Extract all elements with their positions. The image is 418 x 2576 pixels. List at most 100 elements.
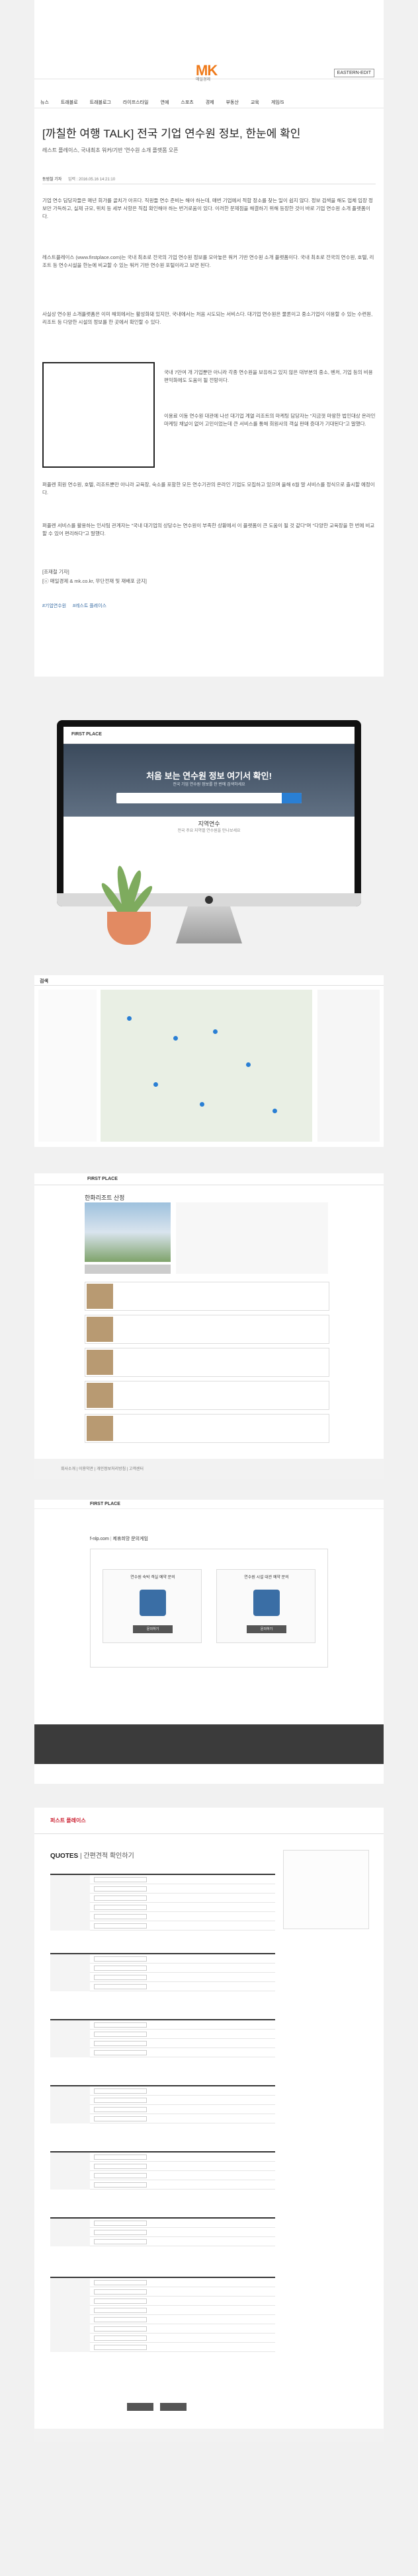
form-field[interactable] [94, 2107, 147, 2112]
plant-pot [107, 912, 151, 945]
photo-thumbnails[interactable] [85, 1265, 171, 1274]
request-footer [34, 1724, 384, 1764]
map-pin-icon[interactable] [246, 1062, 251, 1067]
nav-item[interactable]: 트래블로 [55, 96, 84, 108]
map-pin-icon[interactable] [173, 1036, 178, 1041]
form-field[interactable] [94, 2154, 147, 2160]
quotes-logo[interactable]: 퍼스트 플레이스 [50, 1817, 86, 1824]
nav-item[interactable]: 연예 [155, 96, 175, 108]
form-field[interactable] [94, 2173, 147, 2178]
map-view[interactable] [101, 990, 312, 1142]
masthead: MK 매일경제 EASTERN-EDIT [34, 0, 384, 83]
nav-item[interactable]: 게임/S [265, 96, 290, 108]
form-field[interactable] [94, 1975, 147, 1980]
form-field[interactable] [94, 1966, 147, 1971]
main-nav: 뉴스 트래블로 트래블로그 라이프스타일 연예 스포츠 경제 부동산 교육 게임… [34, 96, 384, 108]
cancel-button[interactable] [160, 2403, 187, 2411]
nav-item[interactable]: 트래블로그 [84, 96, 117, 108]
request-option[interactable]: 연수원 시설 대관 예약 문의 문의하기 [216, 1569, 315, 1643]
room-photo [87, 1317, 113, 1342]
article-headline: [까칠한 여행 TALK] 전국 기업 연수원 정보, 한눈에 확인 [42, 128, 301, 140]
footer-links[interactable]: 회사소개 | 이용약관 | 개인정보처리방침 | 고객센터 [61, 1465, 144, 1471]
map-pin-icon[interactable] [153, 1082, 158, 1087]
form-field[interactable] [94, 1877, 147, 1882]
form-field[interactable] [94, 2345, 147, 2350]
author-name[interactable]: 동범철 기자 [42, 178, 62, 182]
page-title: 제휴희망 문의게임 [112, 1537, 148, 1541]
form-field[interactable] [94, 1956, 147, 1962]
form-field[interactable] [94, 2299, 147, 2304]
form-field[interactable] [94, 2116, 147, 2121]
submit-button[interactable] [127, 2403, 153, 2411]
article-paragraph: 퍼플렌 서비스를 활용하는 인사팀 관계자는 "국내 대기업의 상당수는 연수원… [42, 523, 375, 536]
search-button[interactable] [282, 793, 302, 803]
form-field[interactable] [94, 1984, 147, 1989]
form-field[interactable] [94, 2088, 147, 2094]
article-card: MK 매일경제 EASTERN-EDIT 뉴스 트래블로 트래블로그 라이프스타… [34, 0, 384, 677]
article-paragraph: 퍼플렌 회원 연수원, 호텔, 리조트뿐만 아니라 교육장, 숙소를 포함한 모… [42, 482, 375, 496]
inquiry-button[interactable]: 문의하기 [247, 1625, 286, 1633]
form-field[interactable] [94, 2221, 147, 2226]
map-topbar: 검색 [34, 975, 384, 986]
detail-logo[interactable]: FIRST PLACE [87, 1177, 118, 1181]
form-field[interactable] [94, 1914, 147, 1919]
nav-item[interactable]: 경제 [200, 96, 220, 108]
nav-item[interactable]: 라이프스타일 [117, 96, 155, 108]
map-pin-icon[interactable] [213, 1029, 218, 1034]
request-topbar: FIRST PLACE [34, 1500, 384, 1509]
form-field[interactable] [94, 2308, 147, 2313]
form-field[interactable] [94, 2336, 147, 2341]
room-photo [87, 1416, 113, 1441]
form-field[interactable] [94, 2230, 147, 2235]
map-pin-icon[interactable] [272, 1109, 277, 1113]
request-option[interactable]: 연수원 숙박 객실 예약 문의 문의하기 [103, 1569, 202, 1643]
form-field[interactable] [94, 2041, 147, 2046]
form-field[interactable] [94, 2239, 147, 2244]
form-field[interactable] [94, 1923, 147, 1929]
form-field[interactable] [94, 2289, 147, 2295]
form-field[interactable] [94, 2326, 147, 2332]
form-field[interactable] [94, 2098, 147, 2103]
form-field[interactable] [94, 2022, 147, 2028]
nav-item[interactable]: 부동산 [220, 96, 245, 108]
inquiry-button[interactable]: 문의하기 [133, 1625, 173, 1633]
request-panel: 연수원 숙박 객실 예약 문의 문의하기 연수원 시설 대관 예약 문의 문의하… [90, 1549, 328, 1668]
form-field[interactable] [94, 2032, 147, 2037]
form-field[interactable] [94, 2050, 147, 2055]
form-field[interactable] [94, 2164, 147, 2169]
form-field[interactable] [94, 2182, 147, 2188]
result-list[interactable] [317, 990, 380, 1142]
quotes-title-ko: 간편견적 확인하기 [83, 1853, 134, 1860]
tag-link[interactable]: #레스트 플레이스 [73, 604, 106, 608]
form-field[interactable] [94, 1895, 147, 1901]
nav-item[interactable]: 뉴스 [34, 96, 55, 108]
quotes-topbar: 퍼스트 플레이스 [34, 1808, 384, 1834]
tag-link[interactable]: #기업연수원 [42, 604, 66, 608]
nav-item[interactable]: 스포츠 [175, 96, 199, 108]
form-field[interactable] [94, 2280, 147, 2285]
edition-button[interactable]: EASTERN-EDIT [333, 69, 374, 77]
room-table [85, 1348, 329, 1377]
article-subhead: 레스트 플레이스, 국내최초 워커/기반 '연수원 소개 플랫폼 오픈 [42, 147, 179, 153]
room-photo [87, 1284, 113, 1309]
form-field[interactable] [94, 1886, 147, 1892]
article-paragraph: 사실상 연수원 소개플랫폼은 이미 해외에서는 활성화돼 있지만, 국내에서는 … [42, 311, 373, 325]
quote-form-section [50, 2151, 275, 2190]
form-field[interactable] [94, 2317, 147, 2322]
site-logo[interactable]: FIRST PLACE [71, 732, 102, 737]
request-page: FIRST PLACE f-nlp.com | 제휴희망 문의게임 연수원 숙박… [34, 1500, 384, 1784]
form-field[interactable] [94, 1905, 147, 1910]
map-pin-icon[interactable] [200, 1102, 204, 1107]
hero-search-input[interactable] [116, 793, 302, 803]
map-pin-icon[interactable] [127, 1016, 132, 1021]
quote-form-section [50, 1953, 275, 1991]
mk-logo[interactable]: MK 매일경제 [196, 63, 222, 83]
map-title: 검색 [40, 979, 48, 984]
request-logo[interactable]: FIRST PLACE [90, 1502, 120, 1506]
facility-title: 한화리조트 산정 [85, 1195, 125, 1201]
nav-item[interactable]: 교육 [245, 96, 265, 108]
room-table [85, 1381, 329, 1410]
calendar-icon [140, 1590, 166, 1616]
article-photo [42, 362, 155, 468]
filter-panel[interactable] [38, 990, 97, 1142]
